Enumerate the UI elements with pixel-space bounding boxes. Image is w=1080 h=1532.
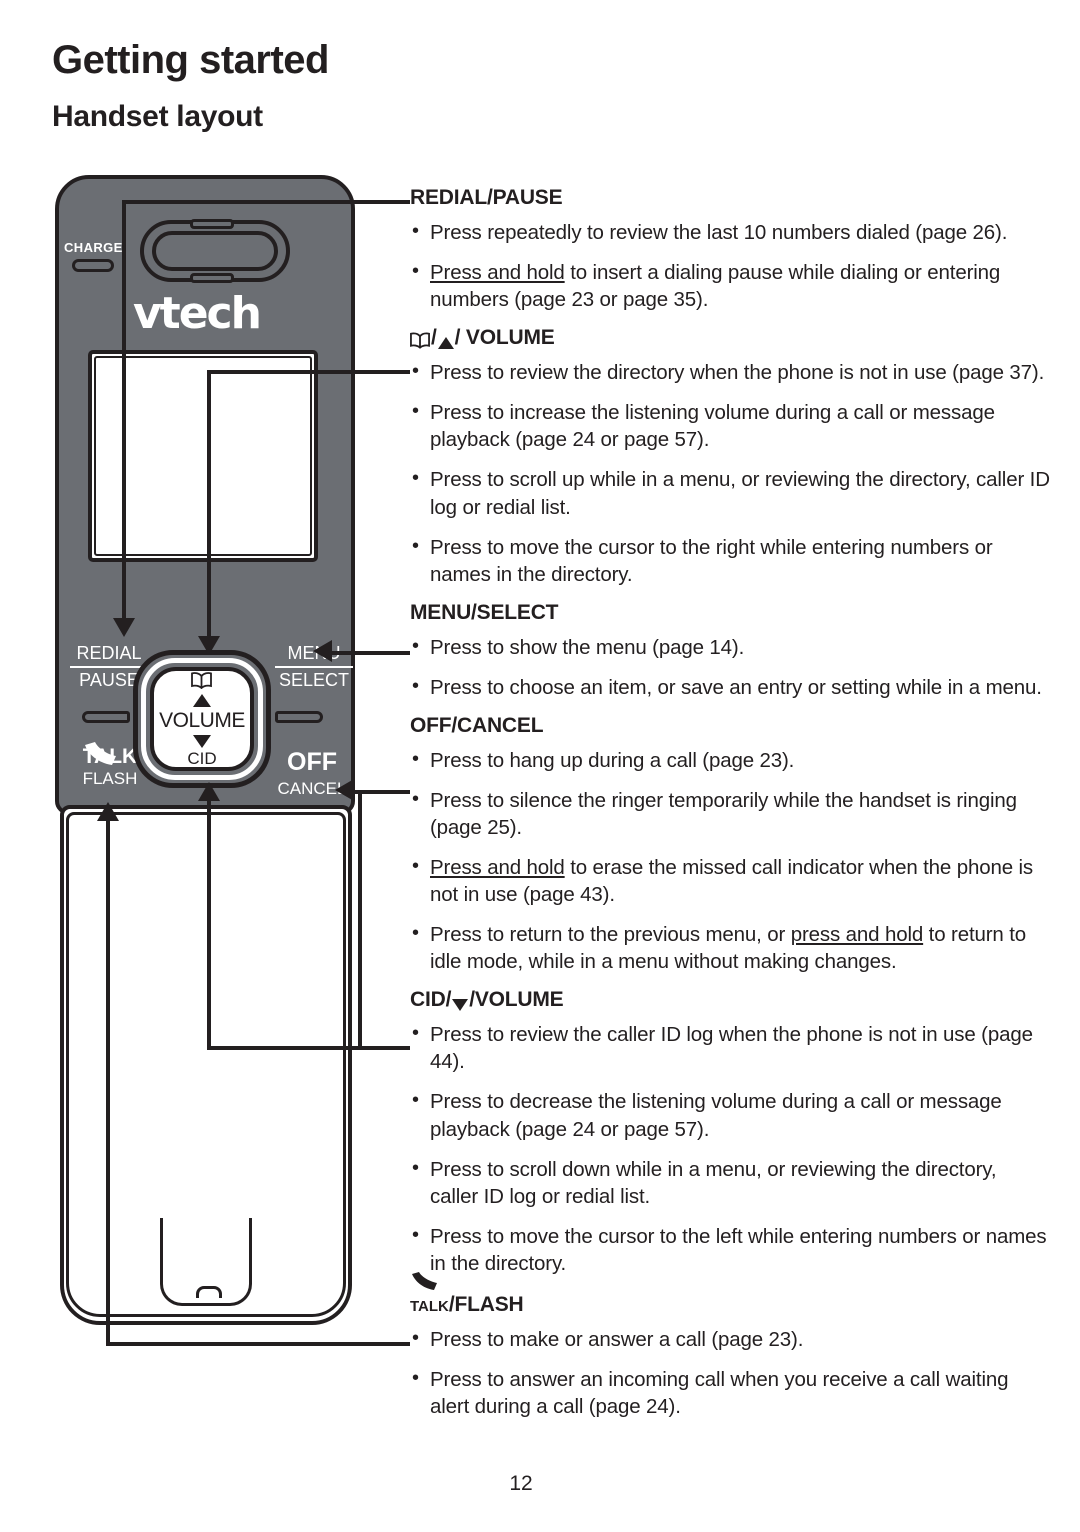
directory-book-icon — [410, 332, 430, 350]
entry-talk-flash-heading: TALK/FLASH — [410, 1271, 1050, 1316]
bullet: Press repeatedly to review the last 10 n… — [410, 218, 1050, 246]
right-rocker-bar — [275, 711, 323, 723]
nav-cid-label: CID — [187, 749, 217, 768]
bullet: Press to choose an item, or save an entr… — [410, 673, 1050, 701]
leader-cid-horizontal — [207, 1046, 410, 1050]
leader-talk-vertical — [106, 820, 110, 1342]
entry-redial-pause-heading-text: REDIAL/PAUSE — [410, 186, 563, 209]
handset-icon — [412, 1271, 437, 1290]
entry-off-cancel-bullets: Press to hang up during a call (page 23)… — [410, 746, 1050, 975]
triangle-down-icon — [193, 735, 211, 748]
left-rocker-bar — [82, 711, 130, 723]
bullet: Press to scroll up while in a menu, or r… — [410, 465, 1050, 520]
entry-talk-flash-heading-text: /FLASH — [448, 1292, 524, 1316]
earpiece-nub-top — [190, 219, 234, 229]
directory-book-icon — [191, 672, 212, 689]
earpiece-nub-bottom — [190, 273, 234, 283]
leader-volume-arrow — [198, 636, 220, 655]
handset-illustration: CHARGE vtech REDIAL PAUSE MENU SELECT TA… — [0, 0, 410, 1420]
leader-redial-arrow — [113, 618, 135, 637]
bullet: Press to review the directory when the p… — [410, 358, 1050, 386]
earpiece-inner — [152, 231, 278, 271]
page-number: 12 — [0, 1472, 1080, 1496]
bullet: Press to review the caller ID log when t… — [410, 1020, 1050, 1075]
page-number-value: 12 — [509, 1472, 533, 1495]
entry-talk-word: TALK — [410, 1297, 449, 1315]
leader-volume-vertical — [207, 370, 211, 638]
triangle-down-icon — [452, 999, 469, 1012]
leader-cid-arrow — [198, 782, 220, 801]
entry-talk-flash: TALK/FLASH Press to make or answer a cal… — [410, 1271, 1050, 1420]
entry-cid-volume-down-heading: CID/ /VOLUME — [410, 988, 1050, 1012]
charge-label: CHARGE — [64, 240, 123, 255]
entry-off-cancel: OFF/CANCEL Press to hang up during a cal… — [410, 714, 1050, 975]
entry-redial-pause: REDIAL/PAUSE Press repeatedly to review … — [410, 186, 1050, 313]
entry-cid-volume-down-bullets: Press to review the caller ID log when t… — [410, 1020, 1050, 1277]
redial-label: REDIAL — [70, 643, 148, 668]
entry-volume-up-heading-text: / VOLUME — [454, 326, 555, 350]
bullet: Press to return to the previous menu, or… — [410, 920, 1050, 975]
entry-volume-up: // VOLUME Press to review the directory … — [410, 326, 1050, 587]
bullet: Press to hang up during a call (page 23)… — [410, 746, 1050, 774]
bullet: Press to increase the listening volume d… — [410, 398, 1050, 453]
leader-menu-arrow — [313, 640, 332, 662]
leader-off-arrow — [335, 779, 354, 801]
entry-menu-select-heading: MENU/SELECT — [410, 601, 1050, 624]
bullet: Press to scroll down while in a menu, or… — [410, 1155, 1050, 1210]
microphone-nub — [196, 1286, 222, 1298]
leader-redial-vertical — [122, 200, 126, 620]
off-label: OFF — [287, 748, 337, 776]
leader-cid-vertical — [207, 800, 211, 1048]
earpiece-speaker — [140, 219, 290, 283]
entry-cid-prefix: CID/ — [410, 988, 452, 1012]
bullet: Press to decrease the listening volume d… — [410, 1087, 1050, 1142]
leader-talk-horizontal — [106, 1342, 410, 1346]
entry-menu-select-heading-text: MENU/SELECT — [410, 600, 559, 624]
entry-menu-select: MENU/SELECT Press to show the menu (page… — [410, 601, 1050, 701]
nav-volume-label: VOLUME — [159, 709, 245, 732]
description-list: REDIAL/PAUSE Press repeatedly to review … — [410, 186, 1050, 1433]
leader-talk-arrow — [97, 802, 119, 821]
entry-redial-pause-heading: REDIAL/PAUSE — [410, 186, 1050, 209]
bullet: Press to move the cursor to the left whi… — [410, 1222, 1050, 1277]
entry-volume-up-heading: / / VOLUME — [410, 326, 1050, 350]
entry-cid-volume-down: CID/ /VOLUME Press to review the caller I… — [410, 988, 1050, 1276]
handset-display-inner — [94, 356, 312, 556]
leader-right-trunk — [358, 790, 362, 1050]
entry-cid-heading-text: /VOLUME — [469, 988, 564, 1012]
bullet: Press to show the menu (page 14). — [410, 633, 1050, 661]
entry-redial-pause-bullets: Press repeatedly to review the last 10 n… — [410, 218, 1050, 313]
bullet: Press to make or answer a call (page 23)… — [410, 1325, 1050, 1353]
leader-menu-horizontal — [330, 651, 410, 655]
leader-redial-horizontal — [122, 200, 410, 204]
bullet: Press to answer an incoming call when yo… — [410, 1365, 1050, 1420]
bullet: Press to move the cursor to the right wh… — [410, 533, 1050, 588]
entry-off-cancel-heading: OFF/CANCEL — [410, 714, 1050, 737]
vtech-logo: vtech — [133, 288, 262, 339]
leader-volume-horizontal — [207, 370, 410, 374]
entry-off-cancel-heading-text: OFF/CANCEL — [410, 713, 544, 737]
flash-label: FLASH — [82, 769, 138, 788]
charge-led-indicator — [72, 259, 114, 272]
triangle-up-icon — [193, 694, 211, 707]
bullet: Press and hold to insert a dialing pause… — [410, 258, 1050, 313]
triangle-up-icon — [437, 337, 454, 350]
select-label: SELECT — [278, 670, 350, 690]
entry-volume-up-bullets: Press to review the directory when the p… — [410, 358, 1050, 588]
entry-talk-flash-bullets: Press to make or answer a call (page 23)… — [410, 1325, 1050, 1420]
bullet: Press and hold to erase the missed call … — [410, 853, 1050, 908]
entry-menu-select-bullets: Press to show the menu (page 14). Press … — [410, 633, 1050, 701]
bullet: Press to silence the ringer temporarily … — [410, 786, 1050, 841]
